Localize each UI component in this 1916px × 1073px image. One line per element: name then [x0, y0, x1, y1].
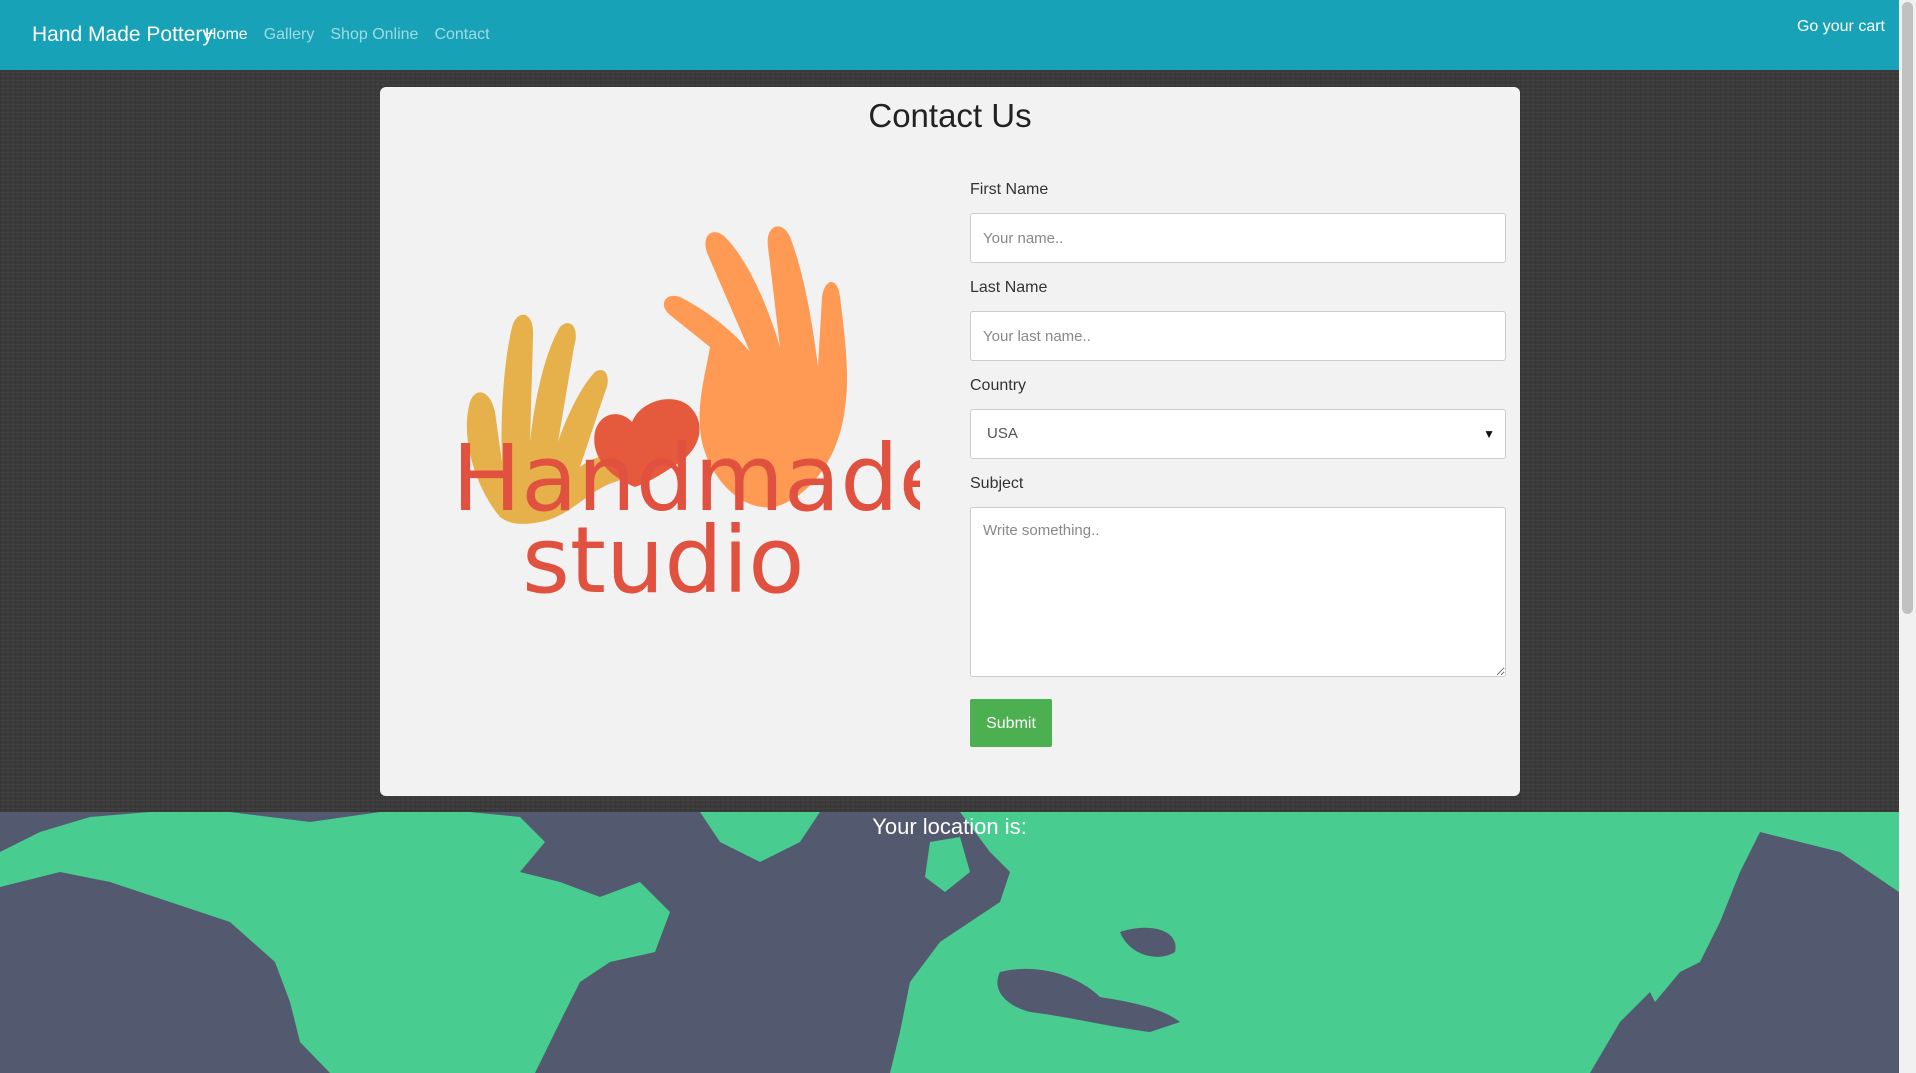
- page-title: Contact Us: [868, 97, 1032, 134]
- location-title: Your location is:: [872, 814, 1027, 839]
- handmade-studio-logo: Handmade studio: [452, 226, 920, 607]
- country-select[interactable]: USA ▼: [970, 409, 1506, 459]
- last-name-input[interactable]: [970, 311, 1506, 361]
- british-isles-shape: [925, 837, 970, 892]
- cart-link[interactable]: Go your cart: [1797, 18, 1885, 36]
- first-name-label: First Name: [970, 181, 1049, 198]
- dropdown-arrow-icon: ▼: [1483, 427, 1495, 441]
- nav-contact[interactable]: Contact: [434, 26, 489, 44]
- contact-form: First Name Last Name Country USA ▼ Subje…: [970, 179, 1506, 747]
- last-name-label: Last Name: [970, 279, 1048, 296]
- brand-link[interactable]: Hand Made Pottery: [32, 23, 213, 47]
- page-scrollbar[interactable]: [1899, 0, 1916, 1073]
- contact-card: Contact Us Handmade studio First Name La…: [380, 87, 1520, 796]
- nav-links: Home Gallery Shop Online Contact: [205, 26, 490, 44]
- subject-label: Subject: [970, 475, 1024, 492]
- top-navbar: Hand Made Pottery Home Gallery Shop Onli…: [0, 0, 1899, 70]
- subject-textarea[interactable]: [970, 507, 1506, 677]
- north-america-shape: [0, 812, 670, 1073]
- logo-text-studio: studio: [522, 507, 805, 607]
- nav-gallery[interactable]: Gallery: [264, 26, 315, 44]
- scrollbar-thumb[interactable]: [1902, 2, 1913, 614]
- nav-shop-online[interactable]: Shop Online: [330, 26, 418, 44]
- nav-home[interactable]: Home: [205, 26, 248, 44]
- location-map[interactable]: Your location is:: [0, 812, 1899, 1073]
- country-label: Country: [970, 377, 1027, 394]
- submit-button[interactable]: Submit: [970, 699, 1052, 747]
- eurasia-africa-shape: [890, 812, 1899, 1073]
- country-value: USA: [987, 425, 1018, 442]
- first-name-input[interactable]: [970, 213, 1506, 263]
- world-map-shape: [0, 812, 1899, 1073]
